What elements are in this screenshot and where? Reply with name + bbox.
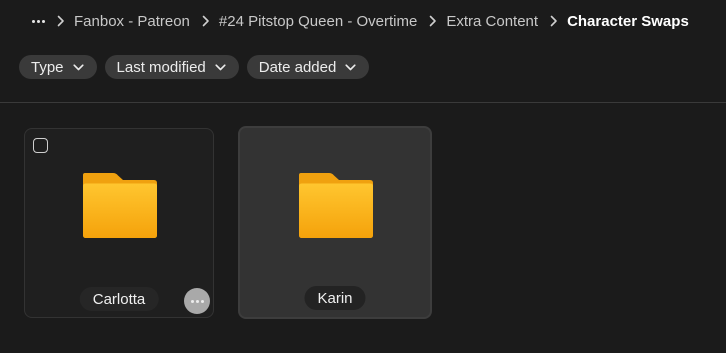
- more-options-button[interactable]: [184, 288, 210, 314]
- chevron-right-icon: [550, 10, 558, 32]
- filter-bar: Type Last modified Date added: [19, 55, 370, 79]
- more-horizontal-icon[interactable]: [31, 10, 45, 32]
- folder-name: Karin: [304, 286, 366, 310]
- filter-date-added-label: Date added: [258, 58, 337, 76]
- chevron-down-icon: [345, 63, 356, 71]
- breadcrumb: Fanbox - Patreon #24 Pitstop Queen - Ove…: [31, 10, 689, 32]
- filter-last-modified-button[interactable]: Last modified: [104, 55, 239, 79]
- folder-tile-karin[interactable]: Karin: [238, 126, 432, 319]
- chevron-right-icon: [429, 10, 437, 32]
- breadcrumb-item-extra-content[interactable]: Extra Content: [446, 13, 538, 30]
- chevron-down-icon: [215, 63, 226, 71]
- filter-date-added-button[interactable]: Date added: [246, 55, 370, 79]
- folder-name: Carlotta: [79, 287, 159, 311]
- chevron-down-icon: [72, 63, 84, 71]
- chevron-right-icon: [57, 10, 65, 32]
- breadcrumb-item-pitstop-queen[interactable]: #24 Pitstop Queen - Overtime: [219, 13, 417, 30]
- filter-type-label: Type: [31, 58, 64, 76]
- select-checkbox[interactable]: [33, 138, 48, 153]
- breadcrumb-item-fanbox-patreon[interactable]: Fanbox - Patreon: [74, 13, 190, 30]
- folder-tile-carlotta[interactable]: Carlotta: [24, 128, 214, 318]
- folder-icon: [83, 173, 157, 239]
- divider: [0, 102, 726, 103]
- filter-type-button[interactable]: Type: [19, 55, 97, 79]
- filter-last-modified-label: Last modified: [116, 58, 206, 76]
- chevron-right-icon: [202, 10, 210, 32]
- breadcrumb-current-character-swaps: Character Swaps: [567, 12, 689, 30]
- folder-icon: [299, 173, 373, 239]
- file-browser: Fanbox - Patreon #24 Pitstop Queen - Ove…: [0, 0, 726, 353]
